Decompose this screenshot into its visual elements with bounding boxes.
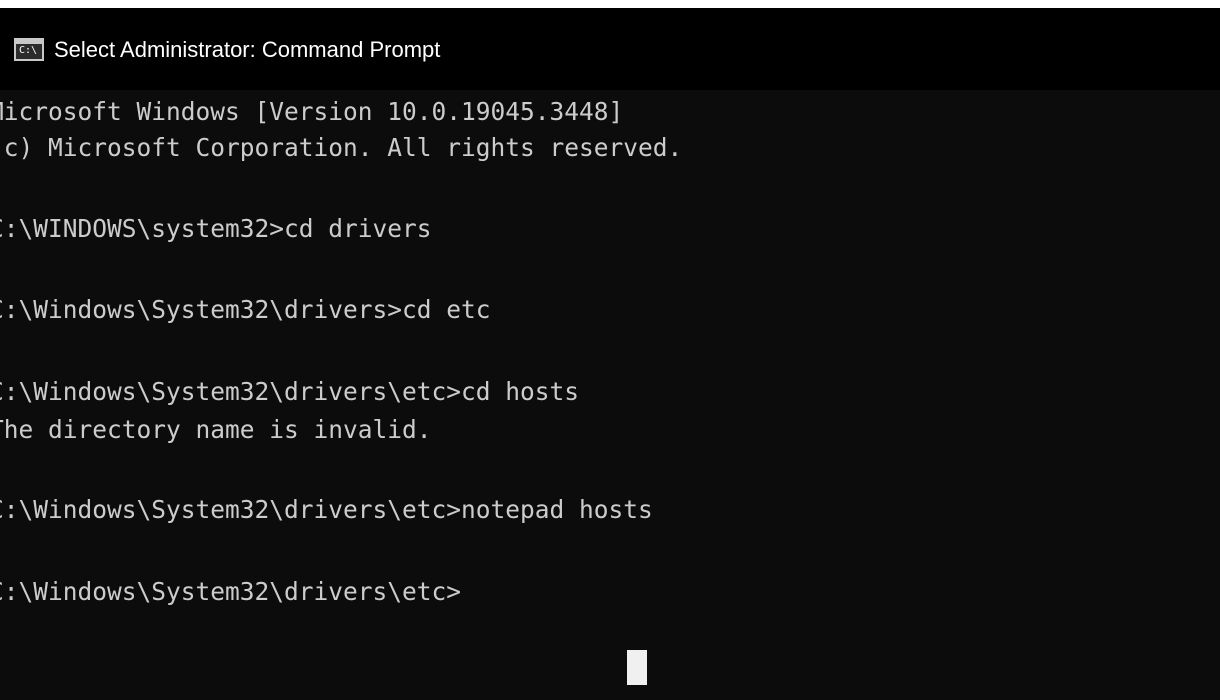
window-top-edge xyxy=(0,0,1220,8)
console-output[interactable]: Microsoft Windows [Version 10.0.19045.34… xyxy=(0,90,1220,700)
console-line: C:\Windows\System32\drivers\etc>cd hosts xyxy=(0,377,580,406)
title-bar[interactable]: C:\ Select Administrator: Command Prompt xyxy=(0,8,1220,90)
console-line: The directory name is invalid. xyxy=(0,415,432,444)
console-line: C:\WINDOWS\system32>cd drivers xyxy=(0,214,432,243)
command-prompt-window: C:\ Select Administrator: Command Prompt… xyxy=(0,0,1220,700)
text-cursor xyxy=(627,650,647,685)
console-line: C:\Windows\System32\drivers\etc> xyxy=(0,577,462,606)
console-line: C:\Windows\System32\drivers>cd etc xyxy=(0,295,491,324)
console-line: Microsoft Windows [Version 10.0.19045.34… xyxy=(0,97,624,126)
console-line: (c) Microsoft Corporation. All rights re… xyxy=(0,133,683,162)
window-title: Select Administrator: Command Prompt xyxy=(54,37,441,62)
command-prompt-icon[interactable]: C:\ xyxy=(14,38,44,61)
console-line: C:\Windows\System32\drivers\etc>notepad … xyxy=(0,495,653,524)
